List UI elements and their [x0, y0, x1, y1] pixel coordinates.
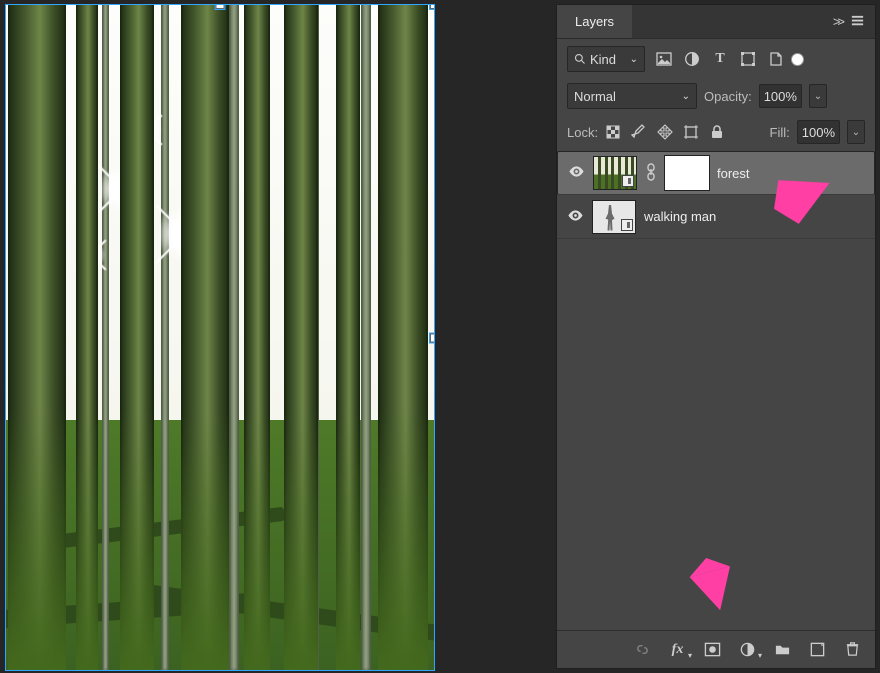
opacity-value[interactable]: 100%: [759, 84, 802, 108]
fx-icon[interactable]: fx▾: [669, 641, 686, 658]
transform-handle-mid-right[interactable]: [430, 333, 435, 342]
visibility-toggle[interactable]: [567, 207, 584, 227]
mask-link-icon[interactable]: [645, 163, 657, 184]
blend-mode-select[interactable]: Normal ⌄: [567, 83, 697, 109]
blend-opacity-row: Normal ⌄ Opacity: 100% ⌄: [557, 79, 875, 116]
panel-footer: fx▾ ▾: [557, 630, 875, 668]
document-canvas[interactable]: [0, 0, 556, 673]
lock-position-icon[interactable]: [657, 124, 673, 140]
layer-name[interactable]: walking man: [644, 209, 716, 224]
lock-pixels-icon[interactable]: [631, 124, 647, 140]
smartobject-badge-icon: [622, 175, 634, 187]
fill-stepper[interactable]: ⌄: [847, 120, 865, 144]
type-layer-icon[interactable]: T: [712, 51, 728, 67]
shape-layer-icon[interactable]: [740, 51, 756, 67]
panel-tabs: Layers >>: [557, 5, 875, 39]
smartobject-layer-icon[interactable]: [768, 51, 784, 67]
lock-artboard-icon[interactable]: [683, 124, 699, 140]
lock-all-icon[interactable]: [709, 124, 725, 140]
lock-fill-row: Lock: Fill: 100% ⌄: [557, 116, 875, 151]
layer-name[interactable]: forest: [717, 166, 750, 181]
layer-mask-thumbnail[interactable]: [665, 156, 709, 190]
pixel-layer-icon[interactable]: [656, 51, 672, 67]
lock-transparent-icon[interactable]: [605, 124, 621, 140]
link-layers-icon[interactable]: [634, 641, 651, 658]
layer-thumbnail[interactable]: [593, 156, 637, 190]
transform-handle-top-center[interactable]: [216, 4, 225, 9]
fill-value[interactable]: 100%: [797, 120, 840, 144]
lock-label: Lock:: [567, 125, 598, 140]
new-group-icon[interactable]: [774, 641, 791, 658]
collapse-panel-icon[interactable]: >>: [833, 14, 842, 29]
opacity-stepper[interactable]: ⌄: [809, 84, 827, 108]
panel-menu-icon[interactable]: [850, 13, 865, 31]
artwork-bounds[interactable]: [5, 4, 435, 671]
layer-filter-row: Kind ⌄ T: [557, 39, 875, 79]
transform-handle-top-right[interactable]: [430, 4, 435, 9]
fill-label: Fill:: [770, 125, 790, 140]
new-adjustment-icon[interactable]: ▾: [739, 641, 756, 658]
opacity-label: Opacity:: [704, 89, 752, 104]
smartobject-badge-icon: [621, 219, 633, 231]
layer-thumbnail[interactable]: [592, 200, 636, 234]
filter-kind-select[interactable]: Kind ⌄: [567, 46, 645, 72]
visibility-toggle[interactable]: [568, 163, 585, 183]
delete-icon[interactable]: [844, 641, 861, 658]
adjustment-layer-icon[interactable]: [684, 51, 700, 67]
add-mask-icon[interactable]: [704, 641, 721, 658]
filter-toggle-switch[interactable]: [791, 53, 804, 66]
tab-layers[interactable]: Layers: [557, 5, 632, 38]
new-layer-icon[interactable]: [809, 641, 826, 658]
